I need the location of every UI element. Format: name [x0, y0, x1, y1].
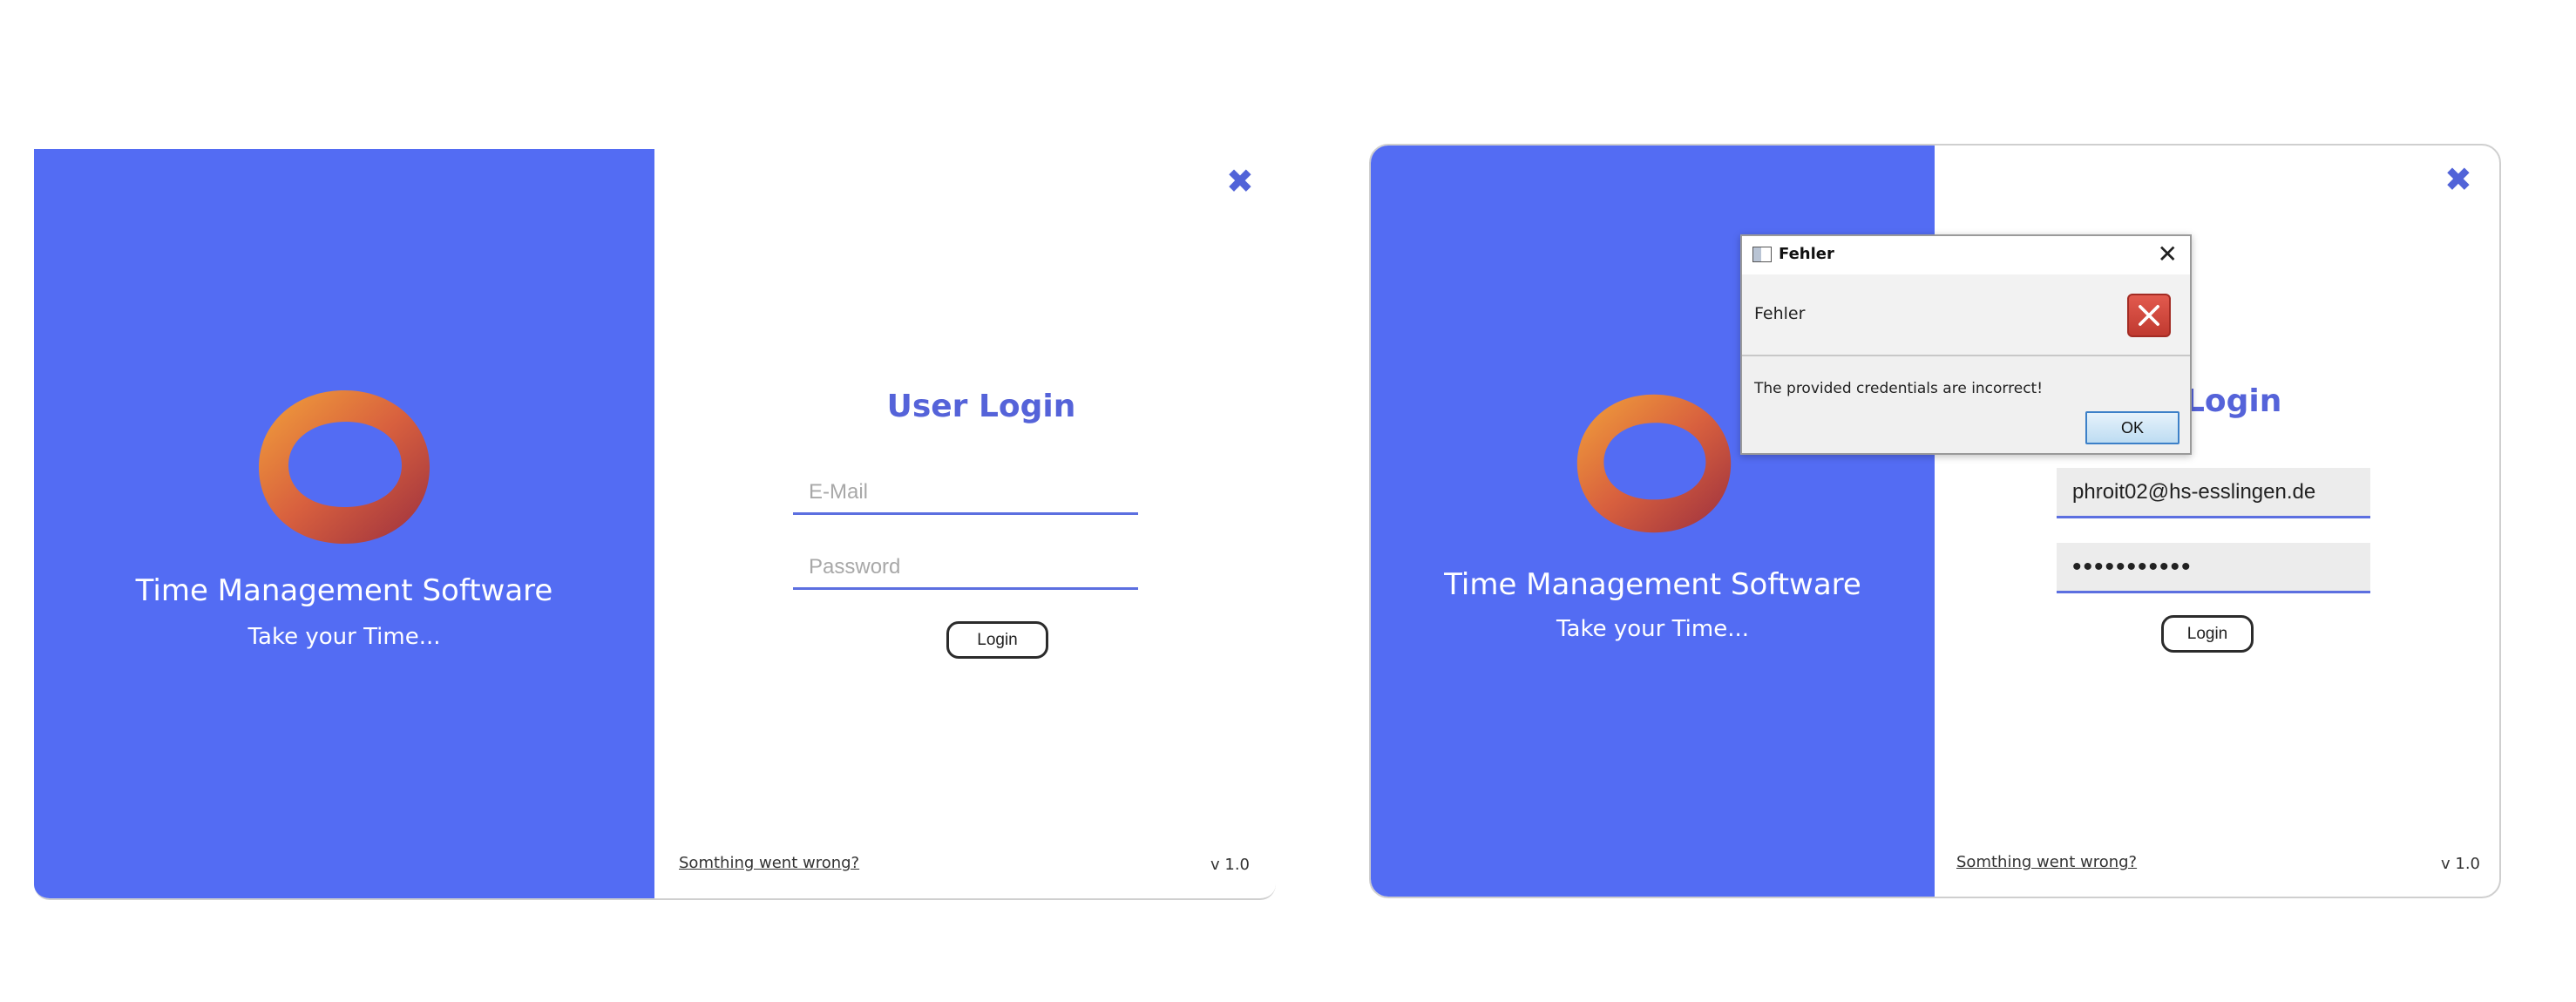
close-icon[interactable]: ✕	[2158, 240, 2178, 269]
login-button[interactable]: Login	[946, 621, 1048, 659]
login-button[interactable]: Login	[2161, 615, 2254, 653]
error-icon	[2127, 294, 2171, 337]
app-subtitle: Take your Time...	[1556, 616, 1750, 642]
email-field[interactable]	[2057, 468, 2370, 518]
password-field[interactable]	[2057, 543, 2370, 593]
ok-button[interactable]: OK	[2085, 411, 2179, 444]
email-field[interactable]	[793, 471, 1138, 515]
app-logo-icon	[1576, 394, 1732, 533]
trouble-link[interactable]: Somthing went wrong?	[679, 854, 859, 872]
password-field[interactable]	[793, 546, 1138, 590]
brand-panel: Time Management Software Take your Time.…	[34, 149, 654, 898]
app-logo-icon	[259, 390, 430, 544]
app-subtitle: Take your Time...	[247, 624, 441, 650]
dialog-message: The provided credentials are incorrect!	[1754, 380, 2044, 397]
error-dialog: Fehler ✕ Fehler The provided credentials…	[1740, 234, 2192, 455]
trouble-link[interactable]: Somthing went wrong?	[1956, 853, 2137, 871]
version-label: v 1.0	[1210, 856, 1250, 874]
app-title: Time Management Software	[1444, 567, 1861, 602]
window-icon	[1752, 247, 1772, 262]
login-window-empty: Time Management Software Take your Time.…	[34, 149, 1276, 900]
login-title: User Login	[886, 389, 1076, 424]
login-panel: ✖ User Login Login Somthing went wrong? …	[654, 149, 1276, 898]
dialog-titlebar: Fehler ✕	[1742, 236, 2190, 274]
version-label: v 1.0	[2441, 855, 2480, 873]
dialog-title: Fehler	[1779, 245, 1834, 263]
dialog-header: Fehler	[1742, 274, 2190, 356]
dialog-header-text: Fehler	[1754, 304, 1806, 323]
app-title: Time Management Software	[135, 573, 553, 608]
close-icon[interactable]: ✖	[2444, 163, 2472, 196]
close-icon[interactable]: ✖	[1226, 165, 1254, 198]
